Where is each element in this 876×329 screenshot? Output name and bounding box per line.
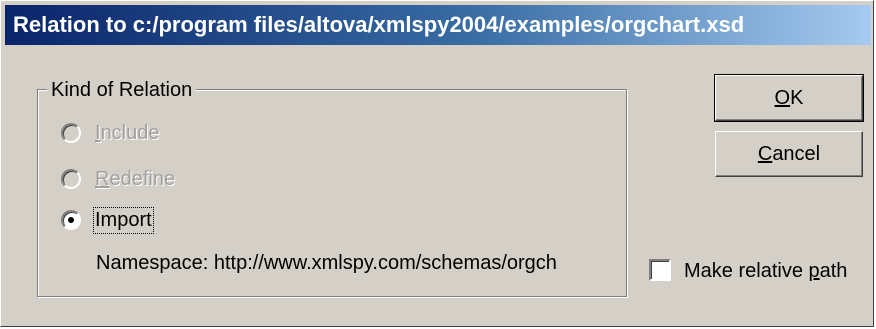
window-title: Relation to c:/program files/altova/xmls… (13, 12, 745, 37)
radio-include[interactable]: Include (61, 119, 160, 147)
make-relative-path-label[interactable]: Make relative path (684, 259, 847, 283)
cancel-button-label: Cancel (757, 142, 821, 165)
include-radio-button[interactable] (61, 123, 81, 143)
title-bar[interactable]: Relation to c:/program files/altova/xmls… (5, 5, 871, 45)
radio-import[interactable]: Import (61, 206, 154, 234)
ok-button[interactable]: OK (714, 74, 864, 122)
import-label: Import (93, 206, 154, 234)
redefine-radio-button[interactable] (61, 169, 81, 189)
radio-redefine[interactable]: Redefine (61, 165, 175, 193)
relation-dialog: Relation to c:/program files/altova/xmls… (0, 0, 874, 327)
include-label: Include (95, 121, 160, 144)
namespace-text: Namespace: http://www.xmlspy.com/schemas… (96, 252, 557, 274)
make-relative-path-checkbox[interactable] (649, 259, 671, 281)
radio-selected-dot (68, 217, 74, 223)
redefine-label: Redefine (95, 167, 176, 190)
import-radio-button[interactable] (61, 210, 81, 230)
cancel-button[interactable]: Cancel (715, 131, 863, 177)
group-label: Kind of Relation (47, 78, 197, 102)
ok-button-label: OK (774, 86, 804, 109)
